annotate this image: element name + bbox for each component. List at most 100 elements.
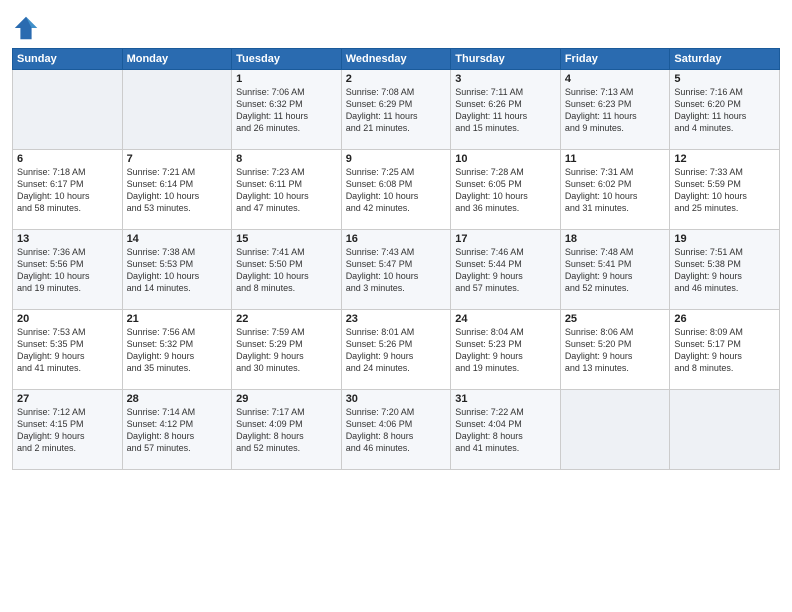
day-number: 25 bbox=[565, 313, 666, 325]
day-number: 19 bbox=[674, 233, 775, 245]
day-number: 18 bbox=[565, 233, 666, 245]
day-number: 4 bbox=[565, 73, 666, 85]
calendar-header: SundayMondayTuesdayWednesdayThursdayFrid… bbox=[13, 49, 780, 70]
day-number: 6 bbox=[17, 153, 118, 165]
cell-detail: Sunrise: 7:11 AMSunset: 6:26 PMDaylight:… bbox=[455, 86, 556, 135]
day-number: 17 bbox=[455, 233, 556, 245]
calendar-cell: 10Sunrise: 7:28 AMSunset: 6:05 PMDayligh… bbox=[451, 150, 561, 230]
week-row-2: 13Sunrise: 7:36 AMSunset: 5:56 PMDayligh… bbox=[13, 230, 780, 310]
calendar-cell: 13Sunrise: 7:36 AMSunset: 5:56 PMDayligh… bbox=[13, 230, 123, 310]
calendar-table: SundayMondayTuesdayWednesdayThursdayFrid… bbox=[12, 48, 780, 470]
calendar-cell: 12Sunrise: 7:33 AMSunset: 5:59 PMDayligh… bbox=[670, 150, 780, 230]
day-number: 1 bbox=[236, 73, 337, 85]
header-row bbox=[12, 10, 780, 42]
cell-detail: Sunrise: 7:22 AMSunset: 4:04 PMDaylight:… bbox=[455, 406, 556, 455]
calendar-cell bbox=[13, 70, 123, 150]
day-number: 24 bbox=[455, 313, 556, 325]
calendar-cell: 27Sunrise: 7:12 AMSunset: 4:15 PMDayligh… bbox=[13, 390, 123, 470]
calendar-cell: 30Sunrise: 7:20 AMSunset: 4:06 PMDayligh… bbox=[341, 390, 451, 470]
day-number: 14 bbox=[127, 233, 228, 245]
day-number: 15 bbox=[236, 233, 337, 245]
calendar-cell bbox=[670, 390, 780, 470]
cell-detail: Sunrise: 7:08 AMSunset: 6:29 PMDaylight:… bbox=[346, 86, 447, 135]
cell-detail: Sunrise: 7:38 AMSunset: 5:53 PMDaylight:… bbox=[127, 246, 228, 295]
calendar-cell: 2Sunrise: 7:08 AMSunset: 6:29 PMDaylight… bbox=[341, 70, 451, 150]
cell-detail: Sunrise: 7:56 AMSunset: 5:32 PMDaylight:… bbox=[127, 326, 228, 375]
calendar-cell: 9Sunrise: 7:25 AMSunset: 6:08 PMDaylight… bbox=[341, 150, 451, 230]
cell-detail: Sunrise: 7:43 AMSunset: 5:47 PMDaylight:… bbox=[346, 246, 447, 295]
cell-detail: Sunrise: 7:13 AMSunset: 6:23 PMDaylight:… bbox=[565, 86, 666, 135]
calendar-cell: 31Sunrise: 7:22 AMSunset: 4:04 PMDayligh… bbox=[451, 390, 561, 470]
cell-detail: Sunrise: 7:21 AMSunset: 6:14 PMDaylight:… bbox=[127, 166, 228, 215]
calendar-cell: 21Sunrise: 7:56 AMSunset: 5:32 PMDayligh… bbox=[122, 310, 232, 390]
calendar-cell: 28Sunrise: 7:14 AMSunset: 4:12 PMDayligh… bbox=[122, 390, 232, 470]
cell-detail: Sunrise: 7:25 AMSunset: 6:08 PMDaylight:… bbox=[346, 166, 447, 215]
calendar-cell: 5Sunrise: 7:16 AMSunset: 6:20 PMDaylight… bbox=[670, 70, 780, 150]
day-number: 22 bbox=[236, 313, 337, 325]
day-number: 30 bbox=[346, 393, 447, 405]
calendar-cell: 17Sunrise: 7:46 AMSunset: 5:44 PMDayligh… bbox=[451, 230, 561, 310]
calendar-cell bbox=[122, 70, 232, 150]
cell-detail: Sunrise: 7:41 AMSunset: 5:50 PMDaylight:… bbox=[236, 246, 337, 295]
day-number: 27 bbox=[17, 393, 118, 405]
cell-detail: Sunrise: 7:51 AMSunset: 5:38 PMDaylight:… bbox=[674, 246, 775, 295]
cell-detail: Sunrise: 7:31 AMSunset: 6:02 PMDaylight:… bbox=[565, 166, 666, 215]
calendar-cell: 8Sunrise: 7:23 AMSunset: 6:11 PMDaylight… bbox=[232, 150, 342, 230]
cell-detail: Sunrise: 7:12 AMSunset: 4:15 PMDaylight:… bbox=[17, 406, 118, 455]
calendar-cell: 18Sunrise: 7:48 AMSunset: 5:41 PMDayligh… bbox=[560, 230, 670, 310]
calendar-cell: 6Sunrise: 7:18 AMSunset: 6:17 PMDaylight… bbox=[13, 150, 123, 230]
calendar-cell: 16Sunrise: 7:43 AMSunset: 5:47 PMDayligh… bbox=[341, 230, 451, 310]
calendar-cell: 11Sunrise: 7:31 AMSunset: 6:02 PMDayligh… bbox=[560, 150, 670, 230]
cell-detail: Sunrise: 7:23 AMSunset: 6:11 PMDaylight:… bbox=[236, 166, 337, 215]
header-sunday: Sunday bbox=[13, 49, 123, 70]
day-number: 7 bbox=[127, 153, 228, 165]
calendar-cell: 3Sunrise: 7:11 AMSunset: 6:26 PMDaylight… bbox=[451, 70, 561, 150]
day-number: 2 bbox=[346, 73, 447, 85]
calendar-cell: 22Sunrise: 7:59 AMSunset: 5:29 PMDayligh… bbox=[232, 310, 342, 390]
cell-detail: Sunrise: 7:48 AMSunset: 5:41 PMDaylight:… bbox=[565, 246, 666, 295]
day-number: 5 bbox=[674, 73, 775, 85]
cell-detail: Sunrise: 7:53 AMSunset: 5:35 PMDaylight:… bbox=[17, 326, 118, 375]
header-monday: Monday bbox=[122, 49, 232, 70]
cell-detail: Sunrise: 8:01 AMSunset: 5:26 PMDaylight:… bbox=[346, 326, 447, 375]
day-number: 11 bbox=[565, 153, 666, 165]
header-saturday: Saturday bbox=[670, 49, 780, 70]
day-number: 21 bbox=[127, 313, 228, 325]
calendar-cell: 24Sunrise: 8:04 AMSunset: 5:23 PMDayligh… bbox=[451, 310, 561, 390]
calendar-cell: 29Sunrise: 7:17 AMSunset: 4:09 PMDayligh… bbox=[232, 390, 342, 470]
day-number: 10 bbox=[455, 153, 556, 165]
week-row-4: 27Sunrise: 7:12 AMSunset: 4:15 PMDayligh… bbox=[13, 390, 780, 470]
header-tuesday: Tuesday bbox=[232, 49, 342, 70]
day-number: 8 bbox=[236, 153, 337, 165]
day-number: 20 bbox=[17, 313, 118, 325]
calendar-cell: 1Sunrise: 7:06 AMSunset: 6:32 PMDaylight… bbox=[232, 70, 342, 150]
cell-detail: Sunrise: 7:14 AMSunset: 4:12 PMDaylight:… bbox=[127, 406, 228, 455]
week-row-0: 1Sunrise: 7:06 AMSunset: 6:32 PMDaylight… bbox=[13, 70, 780, 150]
calendar-cell: 15Sunrise: 7:41 AMSunset: 5:50 PMDayligh… bbox=[232, 230, 342, 310]
header-wednesday: Wednesday bbox=[341, 49, 451, 70]
calendar-cell: 14Sunrise: 7:38 AMSunset: 5:53 PMDayligh… bbox=[122, 230, 232, 310]
calendar-cell bbox=[560, 390, 670, 470]
calendar-cell: 26Sunrise: 8:09 AMSunset: 5:17 PMDayligh… bbox=[670, 310, 780, 390]
day-number: 3 bbox=[455, 73, 556, 85]
cell-detail: Sunrise: 7:06 AMSunset: 6:32 PMDaylight:… bbox=[236, 86, 337, 135]
calendar-cell: 23Sunrise: 8:01 AMSunset: 5:26 PMDayligh… bbox=[341, 310, 451, 390]
calendar-cell: 7Sunrise: 7:21 AMSunset: 6:14 PMDaylight… bbox=[122, 150, 232, 230]
day-number: 16 bbox=[346, 233, 447, 245]
header-row-tr: SundayMondayTuesdayWednesdayThursdayFrid… bbox=[13, 49, 780, 70]
day-number: 29 bbox=[236, 393, 337, 405]
header-thursday: Thursday bbox=[451, 49, 561, 70]
calendar-body: 1Sunrise: 7:06 AMSunset: 6:32 PMDaylight… bbox=[13, 70, 780, 470]
cell-detail: Sunrise: 7:33 AMSunset: 5:59 PMDaylight:… bbox=[674, 166, 775, 215]
calendar-cell: 4Sunrise: 7:13 AMSunset: 6:23 PMDaylight… bbox=[560, 70, 670, 150]
cell-detail: Sunrise: 7:17 AMSunset: 4:09 PMDaylight:… bbox=[236, 406, 337, 455]
calendar-cell: 25Sunrise: 8:06 AMSunset: 5:20 PMDayligh… bbox=[560, 310, 670, 390]
day-number: 12 bbox=[674, 153, 775, 165]
cell-detail: Sunrise: 7:18 AMSunset: 6:17 PMDaylight:… bbox=[17, 166, 118, 215]
cell-detail: Sunrise: 8:09 AMSunset: 5:17 PMDaylight:… bbox=[674, 326, 775, 375]
week-row-1: 6Sunrise: 7:18 AMSunset: 6:17 PMDaylight… bbox=[13, 150, 780, 230]
cell-detail: Sunrise: 7:28 AMSunset: 6:05 PMDaylight:… bbox=[455, 166, 556, 215]
page-container: SundayMondayTuesdayWednesdayThursdayFrid… bbox=[0, 0, 792, 476]
logo-icon bbox=[12, 14, 40, 42]
header-friday: Friday bbox=[560, 49, 670, 70]
